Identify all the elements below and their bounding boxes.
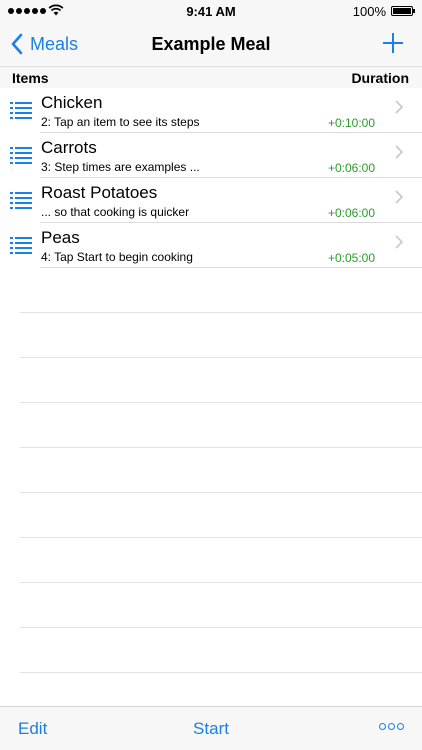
status-bar: 9:41 AM 100% [0,0,422,22]
chevron-right-icon [395,100,403,114]
empty-row-separator [20,402,422,403]
empty-row-separator [20,672,422,673]
item-duration: +0:05:00 [327,251,375,265]
item-subtitle: ... so that cooking is quicker [41,205,190,219]
list-icon [10,147,32,164]
section-header: Items Duration [0,66,422,88]
navigation-bar: Meals Example Meal [0,22,422,66]
battery-percentage: 100% [352,4,386,19]
plus-icon[interactable] [382,32,404,54]
list-item-peas[interactable]: Peas 4: Tap Start to begin cooking +0:05… [0,223,422,268]
item-subtitle: 3: Step times are examples ... [41,160,200,174]
list-icon [10,102,32,119]
item-subtitle: 2: Tap an item to see its steps [41,115,200,129]
page-title: Example Meal [151,34,271,54]
item-duration: +0:06:00 [327,161,375,175]
item-title: Peas [41,228,80,247]
bottom-toolbar: Edit Start [0,706,422,750]
more-icon[interactable] [379,723,404,730]
item-subtitle: 4: Tap Start to begin cooking [41,250,193,264]
chevron-right-icon [395,235,403,249]
start-button-container: Start [0,719,422,739]
duration-column-header: Duration [351,70,409,86]
item-duration: +0:10:00 [327,116,375,130]
item-title: Roast Potatoes [41,183,158,202]
item-title: Carrots [41,138,97,157]
empty-row-separator [20,447,422,448]
edit-button[interactable]: Edit [18,719,47,739]
empty-row-separator [20,582,422,583]
list-item-carrots[interactable]: Carrots 3: Step times are examples ... +… [0,133,422,178]
list-icon [10,192,32,209]
meal-items-list: Chicken 2: Tap an item to see its steps … [0,88,422,268]
list-item-chicken[interactable]: Chicken 2: Tap an item to see its steps … [0,88,422,133]
start-button[interactable]: Start [193,719,229,738]
empty-row-separator [20,537,422,538]
empty-row-separator [20,312,422,313]
items-column-header: Items [12,70,49,86]
empty-row-separator [20,492,422,493]
empty-row-separator [20,357,422,358]
item-duration: +0:06:00 [327,206,375,220]
chevron-right-icon [395,190,403,204]
list-icon [10,237,32,254]
chevron-right-icon [395,145,403,159]
battery-icon [391,6,415,16]
list-item-roast-potatoes[interactable]: Roast Potatoes ... so that cooking is qu… [0,178,422,223]
empty-row-separator [20,627,422,628]
item-title: Chicken [41,93,103,112]
